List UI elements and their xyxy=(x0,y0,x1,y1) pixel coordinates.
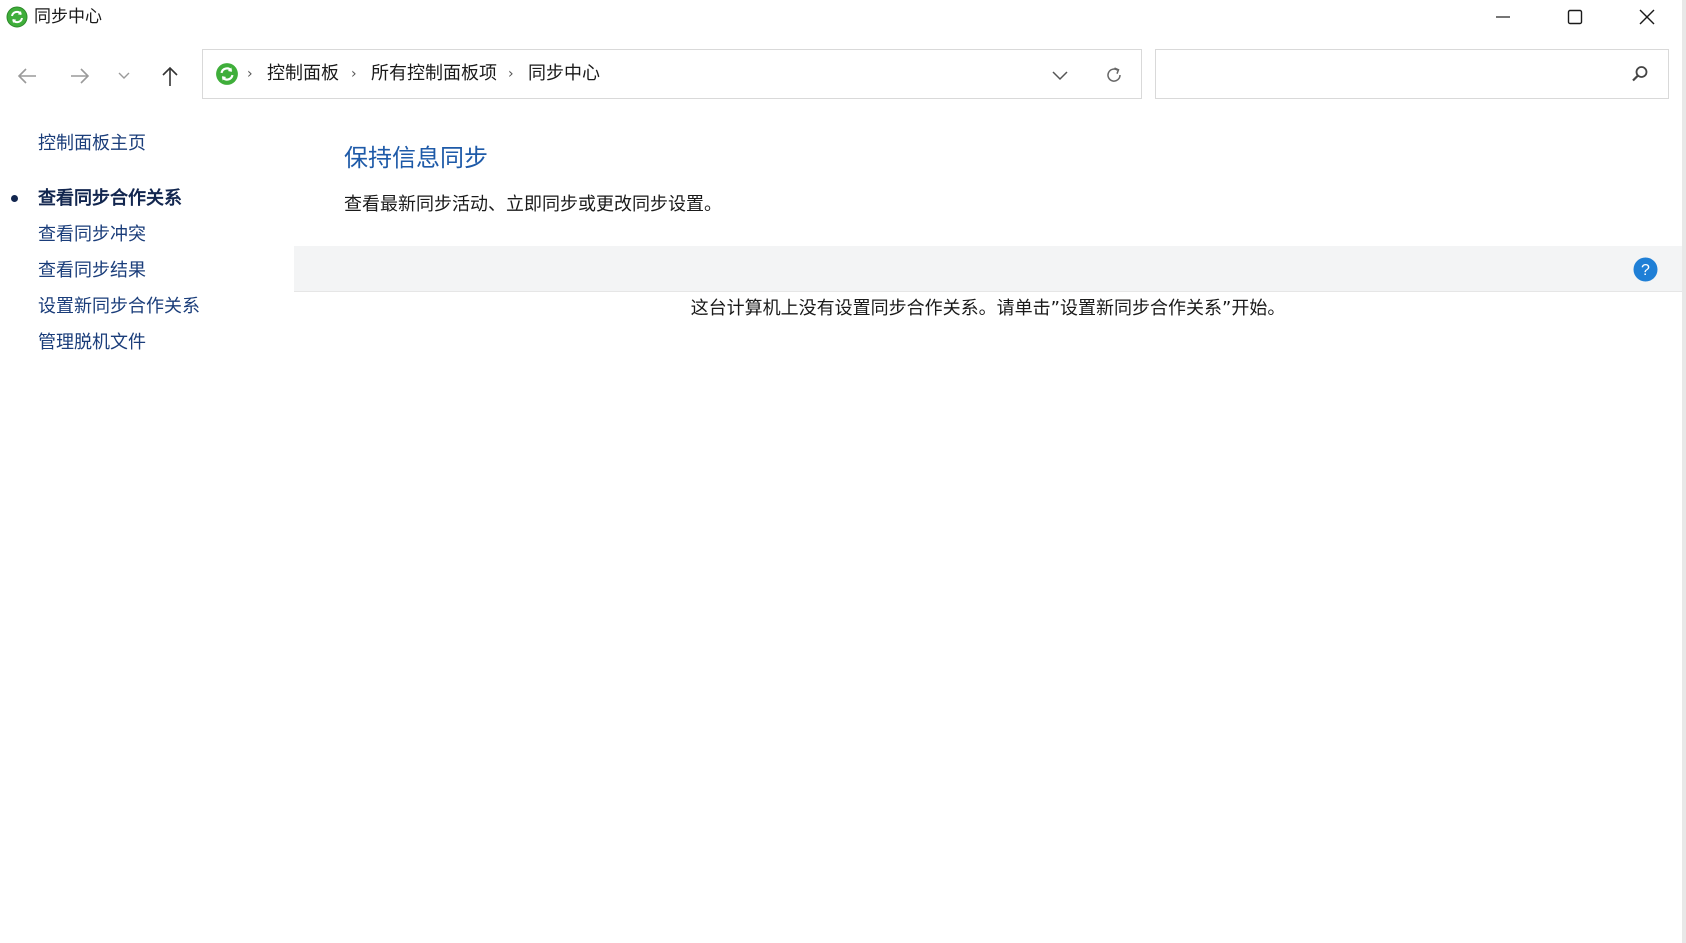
breadcrumb-sync-center[interactable]: 同步中心 xyxy=(528,62,600,86)
breadcrumb-control-panel[interactable]: 控制面板 xyxy=(267,62,339,86)
minimize-button[interactable] xyxy=(1468,0,1538,34)
sidebar-item-setup-partnership[interactable]: 设置新同步合作关系 xyxy=(38,295,200,319)
window-edge xyxy=(1682,0,1686,943)
back-arrow-icon xyxy=(17,68,36,84)
forward-button[interactable] xyxy=(62,58,98,94)
search-icon xyxy=(1632,66,1648,82)
up-button[interactable] xyxy=(152,58,188,94)
breadcrumb-all-control-panel-items[interactable]: 所有控制面板项 xyxy=(371,62,497,86)
sidebar-item-view-results[interactable]: 查看同步结果 xyxy=(38,259,146,283)
sidebar-item-manage-offline-files[interactable]: 管理脱机文件 xyxy=(38,331,146,355)
breadcrumb-separator[interactable]: › xyxy=(508,62,514,86)
refresh-button[interactable] xyxy=(1101,62,1127,88)
page-description: 查看最新同步活动、立即同步或更改同步设置。 xyxy=(344,194,722,215)
active-item-bullet xyxy=(11,195,18,202)
maximize-icon xyxy=(1567,9,1583,25)
close-icon xyxy=(1639,9,1655,25)
title-bar: 同步中心 xyxy=(0,0,1686,34)
breadcrumb-separator[interactable]: › xyxy=(351,62,357,86)
refresh-icon xyxy=(1107,67,1121,82)
help-icon[interactable]: ? xyxy=(1633,257,1658,282)
control-panel-home-link[interactable]: 控制面板主页 xyxy=(38,132,146,156)
forward-arrow-icon xyxy=(71,68,90,84)
toolbar-strip xyxy=(294,246,1682,292)
page-title: 保持信息同步 xyxy=(344,144,488,172)
sync-center-icon xyxy=(216,63,238,85)
maximize-button[interactable] xyxy=(1540,0,1610,34)
up-arrow-icon xyxy=(162,66,178,86)
chevron-down-icon xyxy=(1052,71,1068,81)
search-input[interactable] xyxy=(1155,49,1669,99)
no-partnerships-message: 这台计算机上没有设置同步合作关系。请单击”设置新同步合作关系”开始。 xyxy=(690,298,1286,319)
svg-text:?: ? xyxy=(1641,262,1650,279)
sync-center-icon xyxy=(6,6,28,28)
window-title: 同步中心 xyxy=(34,7,102,27)
close-button[interactable] xyxy=(1612,0,1682,34)
address-history-button[interactable] xyxy=(1047,62,1073,88)
breadcrumb-separator[interactable]: › xyxy=(247,62,253,86)
address-bar[interactable]: › 控制面板 › 所有控制面板项 › 同步中心 xyxy=(202,49,1142,99)
chevron-down-icon xyxy=(118,72,130,79)
recent-locations-button[interactable] xyxy=(106,58,142,94)
sidebar-item-view-conflicts[interactable]: 查看同步冲突 xyxy=(38,223,146,247)
sidebar-item-view-partnerships[interactable]: 查看同步合作关系 xyxy=(38,187,182,211)
back-button[interactable] xyxy=(9,58,45,94)
sync-center-window: 同步中心 › 控制面板 › 所有控制面板项 › 同步中心 控制面板主页 查看同步… xyxy=(0,0,1686,943)
minimize-icon xyxy=(1496,16,1510,18)
